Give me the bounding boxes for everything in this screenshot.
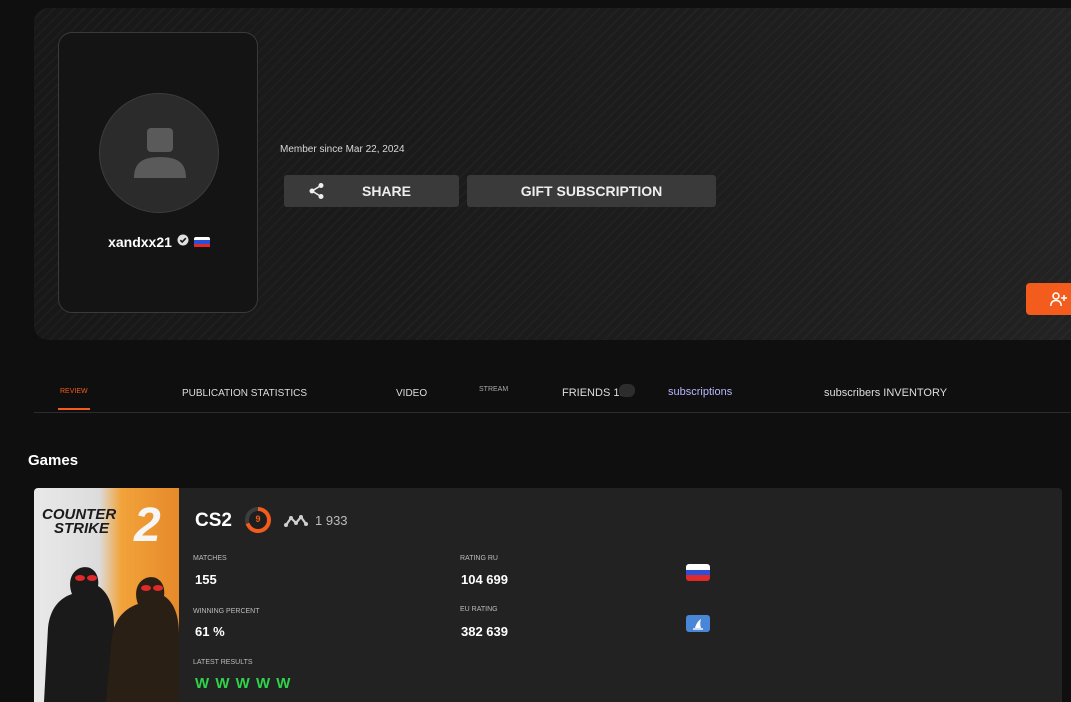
russia-flag-icon: [193, 236, 210, 248]
latest-results-label: LATEST RESULTS: [193, 659, 253, 666]
rating-ru-value: 104 699: [461, 572, 508, 587]
tab-subscribers-inventory[interactable]: subscribers INVENTORY: [824, 387, 947, 399]
tab-stream[interactable]: STREAM: [479, 386, 508, 393]
matches-value: 155: [195, 572, 217, 587]
username-row: xandxx21: [59, 233, 259, 251]
eu-region-icon: [686, 615, 710, 632]
tab-video[interactable]: VIDEO: [396, 388, 427, 399]
gift-subscription-button[interactable]: GIFT SUBSCRIPTION: [467, 175, 716, 207]
friends-count-badge: [619, 384, 635, 397]
tab-review[interactable]: REVIEW: [60, 388, 88, 395]
add-friend-button[interactable]: [1026, 283, 1071, 315]
games-heading: Games: [28, 452, 79, 469]
profile-card: xandxx21: [58, 32, 258, 313]
game-name: CS2: [195, 510, 232, 531]
level-badge: 9: [245, 507, 271, 533]
active-tab-indicator: [58, 408, 90, 410]
profile-tabs: REVIEW PUBLICATION STATISTICS VIDEO STRE…: [34, 370, 1071, 413]
latest-results: W W W W W: [195, 675, 292, 692]
eu-rating-label: EU RATING: [460, 606, 498, 613]
add-user-icon: [1050, 292, 1067, 307]
tab-subscriptions[interactable]: subscriptions: [668, 386, 732, 398]
soldiers-artwork-icon: [44, 567, 179, 702]
avatar[interactable]: [99, 93, 219, 213]
rating-ru-label: RATING RU: [460, 555, 498, 562]
share-label: SHARE: [361, 183, 411, 199]
matches-label: MATCHES: [193, 555, 227, 562]
winning-percent-value: 61 %: [195, 624, 225, 639]
share-button[interactable]: SHARE: [284, 175, 459, 207]
russia-flag-icon: [686, 564, 710, 581]
tab-publication-statistics[interactable]: PUBLICATION STATISTICS: [182, 388, 307, 399]
cover-title-number: 2: [134, 499, 161, 552]
elo-icon: [284, 514, 308, 533]
eu-rating-value: 382 639: [461, 624, 508, 639]
winning-percent-label: WINNING PERCENT: [193, 608, 260, 615]
game-cover-image: COUNTER STRIKE 2: [34, 488, 179, 702]
verified-check-icon: [177, 233, 189, 251]
member-since: Member since Mar 22, 2024: [280, 144, 405, 155]
tab-friends[interactable]: FRIENDS 18: [562, 387, 626, 399]
user-placeholder-icon: [134, 128, 186, 178]
elo-value: 1 933: [315, 513, 348, 528]
username: xandxx21: [108, 234, 172, 250]
cover-title: COUNTER STRIKE: [42, 506, 117, 537]
level-number: 9: [255, 514, 261, 524]
game-card-cs2[interactable]: COUNTER STRIKE 2 CS2 9 1 933 MATCHES 155…: [34, 488, 1062, 702]
share-icon: [308, 182, 326, 203]
